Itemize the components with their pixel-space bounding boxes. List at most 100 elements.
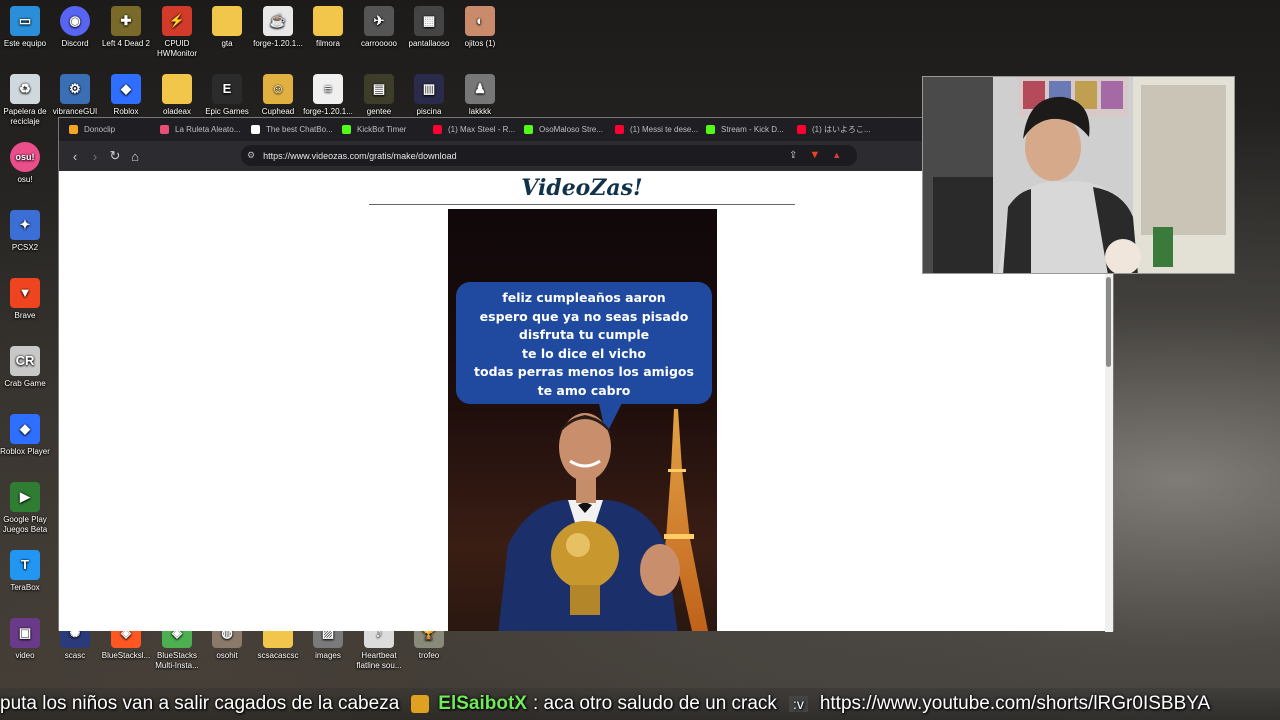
file-icon: ≡ (313, 74, 343, 104)
address-bar-actions: ⇪ ▼ ▲ (789, 149, 841, 161)
image-icon: ▦ (414, 6, 444, 36)
browser-tab[interactable]: Stream - Kick D... (700, 120, 791, 139)
reload-icon[interactable]: ↻ (105, 148, 125, 164)
computer-icon: ▭ (10, 6, 40, 36)
pcsx2-icon: ✦ (10, 210, 40, 240)
url-text: https://www.videozas.com/gratis/make/dow… (263, 150, 457, 161)
discord-icon: ◉ (60, 6, 90, 36)
site-logo[interactable]: VideoZas! (369, 175, 795, 201)
bubble-text-line: feliz cumpleaños aaron (502, 290, 666, 305)
ticker-nickname: ElSaibotX (438, 693, 527, 714)
tab-label: KickBot Timer (357, 125, 407, 134)
ticker-url: https://www.youtube.com/shorts/lRGr0ISBB… (819, 693, 1211, 714)
tab-label: (1) はいよろこ... (812, 125, 871, 134)
tab-favicon-icon (251, 125, 260, 134)
tab-label: (1) Messi te dese... (630, 125, 699, 134)
image-icon: ▥ (414, 74, 444, 104)
site-info-icon[interactable]: ⚙ (247, 150, 255, 161)
scrollbar-thumb[interactable] (1106, 277, 1111, 367)
game-icon: ✚ (111, 6, 141, 36)
bubble-text-line: te lo dice el vicho (522, 345, 646, 361)
desktop-icon[interactable]: CR Crab Game (0, 346, 55, 408)
desktop-icon[interactable]: osu! osu! (0, 142, 55, 204)
brave-rewards-icon[interactable]: ▲ (832, 150, 841, 160)
forward-icon[interactable]: › (85, 149, 105, 164)
emote-icon (411, 695, 430, 713)
image-icon: ✈ (364, 6, 394, 36)
folder-icon (313, 6, 343, 36)
tab-favicon-icon (615, 125, 624, 134)
tab-favicon-icon (433, 125, 442, 134)
tab-favicon-icon (706, 125, 715, 134)
tab-label: Stream - Kick D... (721, 125, 784, 134)
image-icon: ▤ (364, 74, 394, 104)
bubble-text-line: te amo cabro (537, 382, 631, 398)
desktop-icon-label: PCSX2 (11, 243, 39, 252)
page-scrollbar[interactable] (1105, 273, 1113, 632)
bubble-text-line: todas perras menos los amigos (474, 364, 694, 380)
bubble-text-line: espero que ya no seas pisado (479, 308, 689, 324)
vibrance-icon: ⚙ (60, 74, 90, 104)
tab-favicon-icon (160, 125, 169, 134)
tab-favicon-icon (69, 125, 78, 134)
browser-tab[interactable]: Donoclip (63, 120, 154, 139)
image-icon: ◐ (465, 6, 495, 36)
streamer-webcam-image (923, 77, 1234, 273)
desktop-icon[interactable]: ◆ Roblox Player (0, 414, 55, 476)
back-icon[interactable]: ‹ (65, 149, 85, 164)
tab-favicon-icon (797, 125, 806, 134)
desktop-icon-label: TeraBox (10, 583, 40, 592)
desktop-icon-label: ojitos (1) (464, 39, 496, 48)
tab-label: Donoclip (84, 125, 116, 134)
tab-favicon-icon (524, 125, 533, 134)
desktop-icon-label: lakkkk (468, 107, 492, 116)
roblox-icon: ◆ (111, 74, 141, 104)
desktop-icon[interactable]: T TeraBox (0, 550, 55, 612)
desktop-icon[interactable]: ◐ ojitos (1) (450, 6, 510, 68)
browser-tab[interactable]: La Ruleta Aleato... (154, 120, 245, 139)
desktop-icon-label: Google Play Juegos Beta (2, 515, 48, 534)
browser-tab[interactable]: KickBot Timer (336, 120, 427, 139)
person-with-trophy-image (498, 413, 680, 631)
cuphead-icon: ☺ (263, 74, 293, 104)
chat-ticker: puta los niños van a salir cagados de la… (0, 688, 1280, 720)
desktop-icon[interactable]: ✦ PCSX2 (0, 210, 55, 272)
osu-icon: osu! (10, 142, 40, 172)
terabox-icon: T (10, 550, 40, 580)
ticker-message: puta los niños van a salir cagados de la… (0, 693, 400, 714)
webcam-overlay (922, 76, 1235, 274)
browser-tab[interactable]: (1) はいよろこ... (791, 120, 882, 139)
google-play-games-icon: ▶ (10, 482, 40, 512)
tab-label: La Ruleta Aleato... (175, 125, 241, 134)
ticker-emote-text: :v (788, 696, 808, 712)
browser-tab[interactable]: The best ChatBo... (245, 120, 336, 139)
epic-games-icon: E (212, 74, 242, 104)
url-field[interactable]: ⚙ https://www.videozas.com/gratis/make/d… (241, 145, 857, 166)
logo-divider (369, 204, 795, 205)
folder-icon (212, 6, 242, 36)
tab-favicon-icon (342, 125, 351, 134)
bubble-text-line: disfruta tu cumple (518, 327, 650, 343)
home-icon[interactable]: ⌂ (125, 149, 145, 164)
tab-label: (1) Max Steel - R... (448, 125, 516, 134)
recycle-bin-icon: ♻ (10, 74, 40, 104)
browser-tab[interactable]: OsoMaloso Stre... (518, 120, 609, 139)
folder-icon (162, 74, 192, 104)
tab-label: OsoMaloso Stre... (539, 125, 604, 134)
desktop-icon-label: Brave (14, 311, 36, 320)
desktop-icon-label: Crab Game (4, 379, 46, 388)
crab-game-icon: CR (10, 346, 40, 376)
brave-shields-icon[interactable]: ▼ (809, 149, 820, 161)
speech-bubble: feliz cumpleaños aaron espero que ya no s… (456, 282, 712, 404)
desktop-icon[interactable]: ▼ Brave (0, 278, 55, 340)
browser-tab[interactable]: (1) Messi te dese... (609, 120, 700, 139)
desktop-icon-label: Roblox Player (0, 447, 50, 456)
share-icon[interactable]: ⇪ (789, 150, 797, 161)
ticker-chat-message: : aca otro saludo de un crack (532, 693, 777, 714)
video-preview[interactable]: feliz cumpleaños aaron espero que ya no s… (448, 209, 717, 631)
desktop-icon[interactable]: ▶ Google Play Juegos Beta (0, 482, 55, 544)
brave-icon: ▼ (10, 278, 40, 308)
desktop-icon-label: osu! (17, 175, 33, 184)
tab-label: The best ChatBo... (266, 125, 333, 134)
browser-tab[interactable]: (1) Max Steel - R... (427, 120, 518, 139)
